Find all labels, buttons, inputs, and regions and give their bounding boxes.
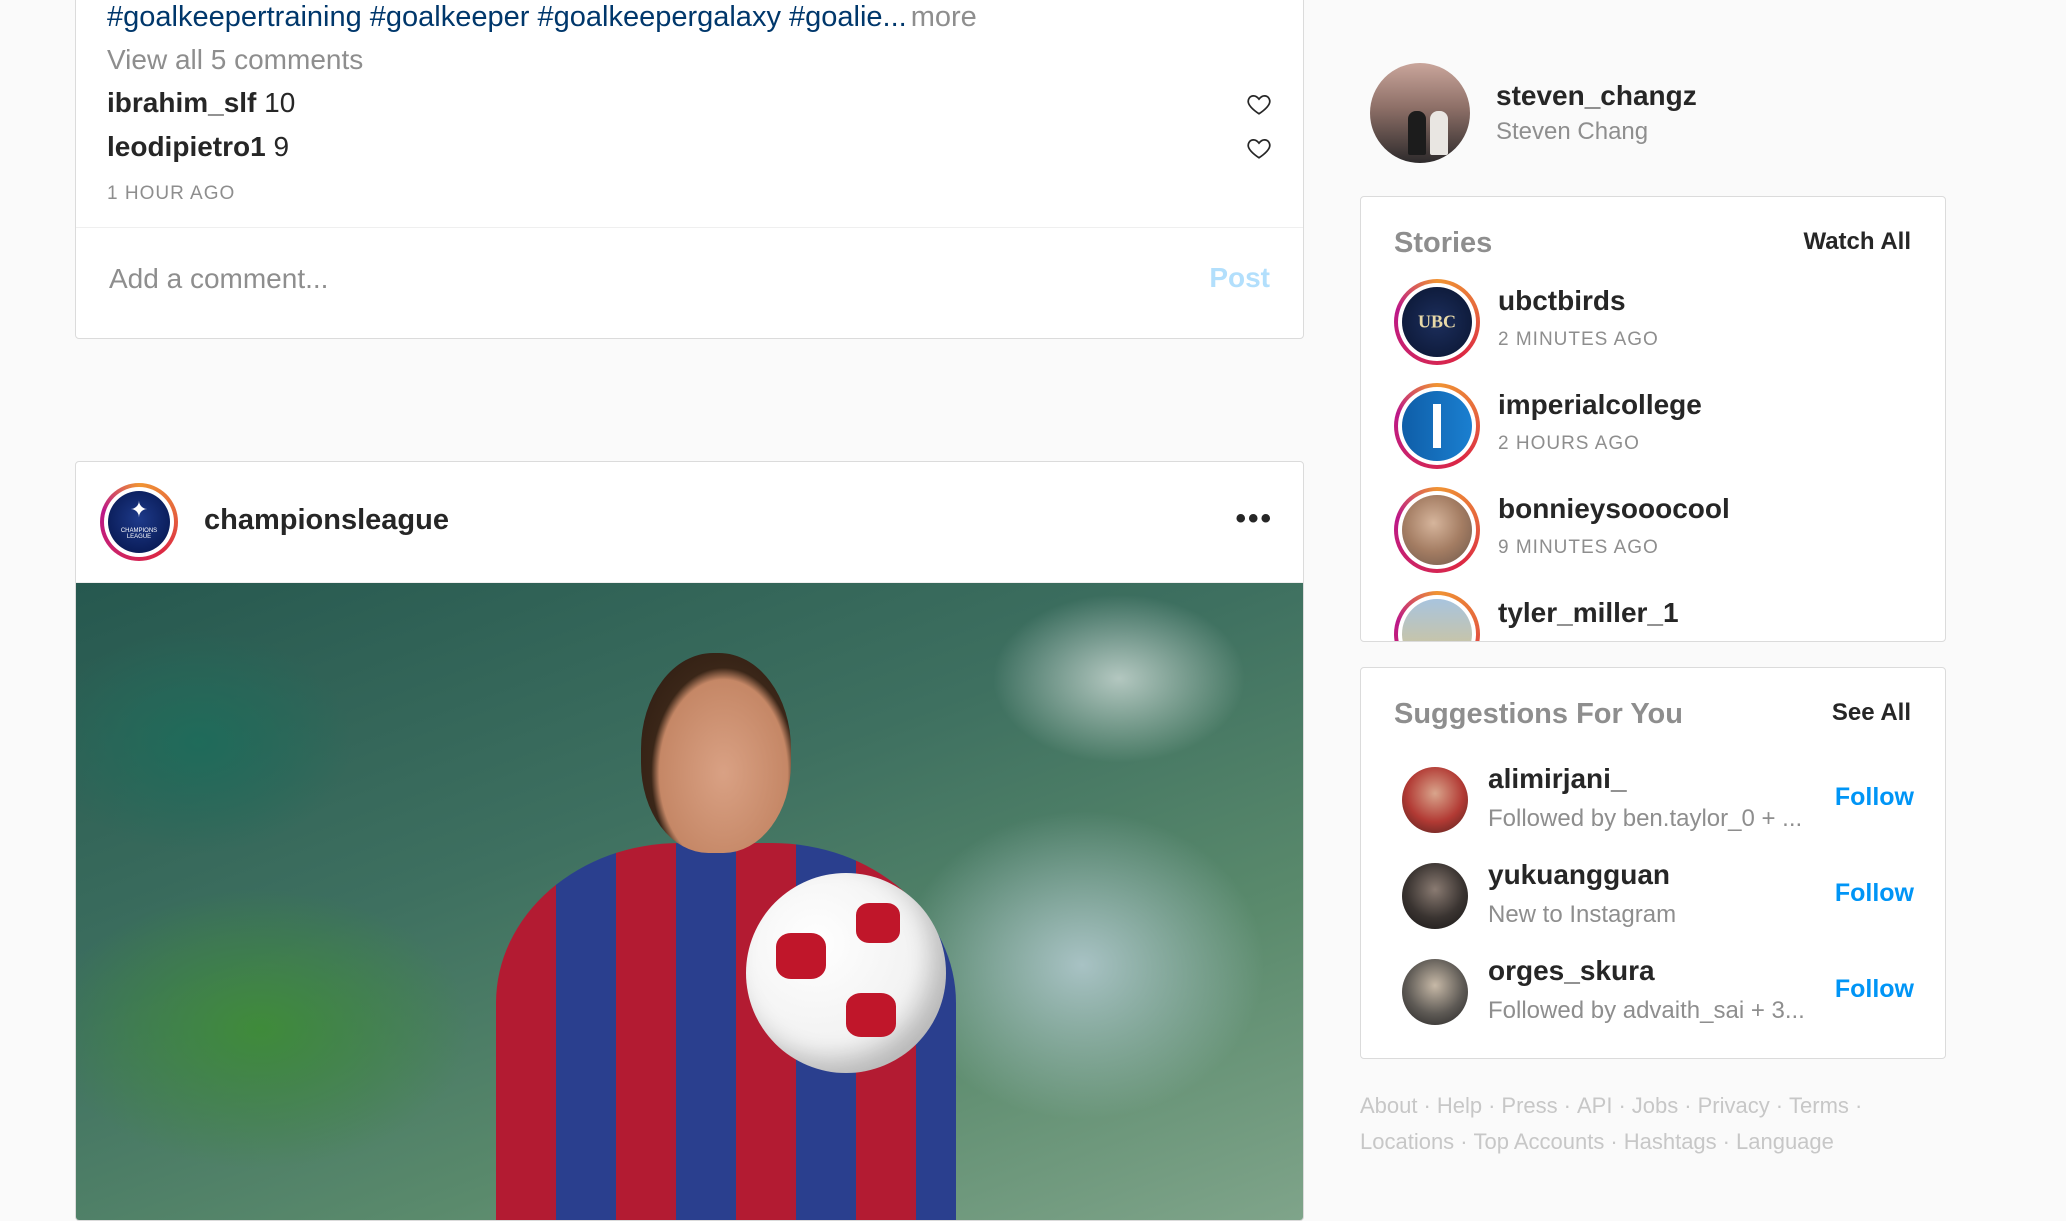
story-time: 9 MINUTES AGO xyxy=(1498,537,1659,558)
comment-username[interactable]: leodipietro1 xyxy=(107,131,266,162)
suggestion-avatar[interactable] xyxy=(1402,767,1468,833)
story-username[interactable]: tyler_miller_1 xyxy=(1498,597,1679,629)
suggestion-reason: Followed by ben.taylor_0 + ... xyxy=(1488,805,1803,832)
footer-link-locations[interactable]: Locations xyxy=(1360,1129,1454,1154)
suggestion-item: alimirjani_ Followed by ben.taylor_0 + .… xyxy=(1394,763,1914,843)
suggestion-reason: New to Instagram xyxy=(1488,901,1677,928)
avatar-logo-text: UBC xyxy=(1417,311,1456,332)
footer-link-language[interactable]: Language xyxy=(1736,1129,1834,1154)
story-avatar[interactable] xyxy=(1394,383,1480,469)
see-all-button[interactable]: See All xyxy=(1832,699,1911,727)
photo-player-head xyxy=(641,653,791,853)
suggestion-username[interactable]: alimirjani_ xyxy=(1488,763,1627,795)
story-avatar[interactable] xyxy=(1394,591,1480,641)
add-comment-input[interactable] xyxy=(107,262,1131,296)
footer-link-press[interactable]: Press xyxy=(1501,1093,1557,1118)
add-comment-bar: Post xyxy=(76,227,1303,340)
suggestion-avatar[interactable] xyxy=(1402,959,1468,1025)
post-caption: #goalkeepertraining #goalkeeper #goalkee… xyxy=(107,1,977,34)
story-username[interactable]: imperialcollege xyxy=(1498,389,1702,421)
post-author-username[interactable]: championsleague xyxy=(204,504,449,537)
footer-link-hashtags[interactable]: Hashtags xyxy=(1624,1129,1717,1154)
footer-link-api[interactable]: API xyxy=(1577,1093,1612,1118)
post-card-previous: #goalkeepertraining #goalkeeper #goalkee… xyxy=(75,0,1304,339)
caption-more-link[interactable]: more xyxy=(911,1,977,33)
suggestion-item: yukuangguan New to Instagram Follow xyxy=(1394,859,1914,939)
more-options-icon[interactable]: ••• xyxy=(1235,502,1273,536)
logo-caption: CHAMPIONS LEAGUE xyxy=(120,528,158,541)
story-item[interactable]: tyler_miller_1 xyxy=(1394,591,1914,641)
post-comment-button[interactable]: Post xyxy=(1209,262,1270,294)
stories-title: Stories xyxy=(1394,227,1493,259)
post-photo[interactable] xyxy=(76,583,1303,1220)
caption-hashtags[interactable]: #goalkeepertraining #goalkeeper #goalkee… xyxy=(107,1,907,33)
post-header: ✦ CHAMPIONS LEAGUE championsleague ••• xyxy=(76,462,1303,583)
comment-like-heart-icon[interactable] xyxy=(1246,91,1272,117)
follow-button[interactable]: Follow xyxy=(1835,783,1914,812)
footer-link-top-accounts[interactable]: Top Accounts xyxy=(1474,1129,1605,1154)
footer-links: About · Help · Press · API · Jobs · Privacy · Terms ·… xyxy=(1360,1093,1863,1154)
view-all-comments-link[interactable]: View all 5 comments xyxy=(107,44,363,76)
suggestion-reason: Followed by advaith_sai + 3... xyxy=(1488,997,1805,1024)
story-username[interactable]: bonnieysooocool xyxy=(1498,493,1730,525)
story-username[interactable]: ubctbirds xyxy=(1498,285,1626,317)
footer-link-privacy[interactable]: Privacy xyxy=(1698,1093,1770,1118)
story-item[interactable]: imperialcollege 2 HOURS AGO xyxy=(1394,383,1914,473)
story-time: 2 HOURS AGO xyxy=(1498,433,1640,454)
comment-username[interactable]: ibrahim_slf xyxy=(107,87,256,118)
follow-button[interactable]: Follow xyxy=(1835,879,1914,908)
current-user-avatar[interactable] xyxy=(1370,63,1470,163)
comment-item: leodipietro1 9 xyxy=(107,131,289,163)
suggestions-panel: Suggestions For You See All alimirjani_ … xyxy=(1360,667,1946,1059)
footer-link-help[interactable]: Help xyxy=(1437,1093,1482,1118)
starball-icon: ✦ xyxy=(129,496,149,522)
photo-soccer-ball xyxy=(746,873,946,1073)
suggestion-item: orges_skura Followed by advaith_sai + 3.… xyxy=(1394,955,1914,1035)
comment-text: 9 xyxy=(273,131,290,162)
post-timestamp[interactable]: 1 HOUR AGO xyxy=(107,183,235,205)
comment-text: 10 xyxy=(264,87,296,118)
footer-link-jobs[interactable]: Jobs xyxy=(1632,1093,1678,1118)
suggestion-username[interactable]: yukuangguan xyxy=(1488,859,1670,891)
story-avatar[interactable]: UBC xyxy=(1394,279,1480,365)
footer-link-terms[interactable]: Terms xyxy=(1789,1093,1849,1118)
footer-link-about[interactable]: About xyxy=(1360,1093,1418,1118)
champions-league-logo: ✦ CHAMPIONS LEAGUE xyxy=(108,491,170,553)
current-user-fullname: Steven Chang xyxy=(1496,118,1649,145)
suggestion-avatar[interactable] xyxy=(1402,863,1468,929)
post-card: ✦ CHAMPIONS LEAGUE championsleague ••• xyxy=(75,461,1304,1221)
suggestion-username[interactable]: orges_skura xyxy=(1488,955,1655,987)
comment-item: ibrahim_slf 10 xyxy=(107,87,295,119)
stories-panel[interactable]: Stories Watch All UBC ubctbirds 2 MINUTE… xyxy=(1360,196,1946,642)
story-time: 2 MINUTES AGO xyxy=(1498,329,1659,350)
watch-all-button[interactable]: Watch All xyxy=(1803,228,1911,256)
story-item[interactable]: bonnieysooocool 9 MINUTES AGO xyxy=(1394,487,1914,577)
story-avatar[interactable] xyxy=(1394,487,1480,573)
suggestions-title: Suggestions For You xyxy=(1394,698,1683,730)
current-user-username[interactable]: steven_changz xyxy=(1496,80,1697,112)
follow-button[interactable]: Follow xyxy=(1835,975,1914,1004)
post-author-avatar[interactable]: ✦ CHAMPIONS LEAGUE xyxy=(100,483,178,561)
story-item[interactable]: UBC ubctbirds 2 MINUTES AGO xyxy=(1394,279,1914,369)
comment-like-heart-icon[interactable] xyxy=(1246,135,1272,161)
